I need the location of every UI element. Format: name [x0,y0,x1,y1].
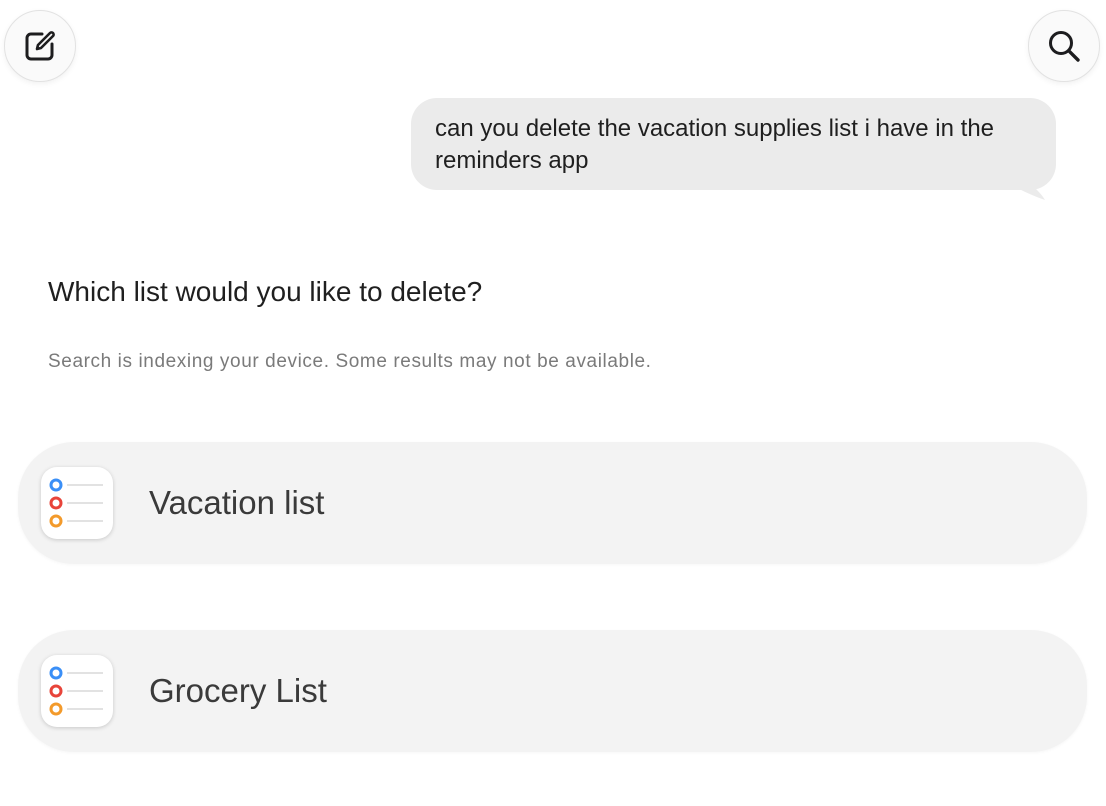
search-button[interactable] [1028,10,1100,82]
list-option-label: Grocery List [149,672,327,709]
reminders-app-icon [41,655,113,727]
user-message: can you delete the vacation supplies lis… [411,98,1056,202]
user-message-text: can you delete the vacation supplies lis… [411,98,1056,190]
list-option-grocery[interactable]: Grocery List [18,630,1087,752]
reminders-app-icon [41,467,113,539]
list-option-vacation[interactable]: Vacation list [18,442,1087,564]
list-option-label: Vacation list [149,484,325,521]
compose-icon [23,29,57,63]
indexing-notice: Search is indexing your device. Some res… [48,351,652,372]
search-icon [1046,28,1082,64]
compose-button[interactable] [4,10,76,82]
assistant-question: Which list would you like to delete? [48,276,483,307]
